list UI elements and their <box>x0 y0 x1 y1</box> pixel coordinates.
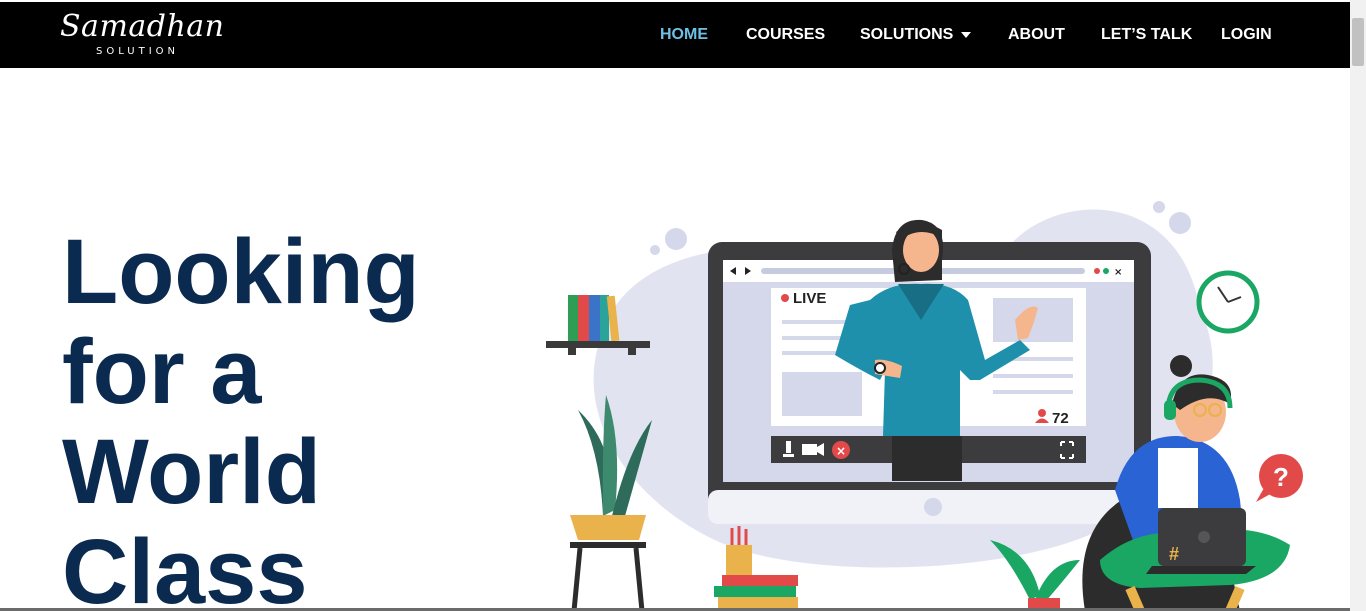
nav-about[interactable]: ABOUT <box>1008 2 1065 68</box>
nav-home[interactable]: HOME <box>660 2 708 68</box>
user-icon <box>1038 409 1046 417</box>
chevron-down-icon <box>961 32 972 38</box>
nav-login[interactable]: LOGIN <box>1221 2 1272 68</box>
logo-sub-text: SOLUTION <box>96 46 180 57</box>
scrollbar-thumb[interactable] <box>1352 18 1364 66</box>
hero-illustration: × LIVE 72 × ? # <box>546 201 1303 611</box>
nav-solutions[interactable]: SOLUTIONS <box>860 2 972 68</box>
hero-line-2: for a <box>62 321 262 423</box>
laptop-hash-symbol: # <box>1169 544 1179 564</box>
close-icon: × <box>1114 267 1122 278</box>
live-label: LIVE <box>793 290 826 307</box>
clock-icon <box>1196 270 1260 334</box>
nav-courses[interactable]: COURSES <box>746 2 825 68</box>
help-bubble-icon: ? <box>1256 454 1303 502</box>
svg-text:×: × <box>836 444 846 458</box>
hero-line-3: World <box>62 421 321 523</box>
live-dot <box>781 294 789 302</box>
decor-dot <box>1153 201 1165 213</box>
nav-lets-talk[interactable]: LET’S TALK <box>1101 2 1192 68</box>
mic-icon <box>786 441 791 453</box>
decor-dot <box>650 245 660 255</box>
hero-line-1: Looking <box>62 221 420 323</box>
viewer-count: 72 <box>1052 410 1069 427</box>
hero-line-4: Class <box>62 521 308 611</box>
decor-dot <box>665 228 687 250</box>
video-camera-icon <box>802 444 817 455</box>
nav-solutions-label: SOLUTIONS <box>860 26 954 43</box>
svg-text:?: ? <box>1273 462 1289 492</box>
hero-heading: Looking for a World Class <box>62 222 482 611</box>
site-logo[interactable]: Samadhan SOLUTION <box>58 9 224 61</box>
logo-script-text: Samadhan <box>60 9 225 44</box>
decor-dot <box>1169 212 1191 234</box>
scrollbar-track[interactable] <box>1350 0 1366 611</box>
